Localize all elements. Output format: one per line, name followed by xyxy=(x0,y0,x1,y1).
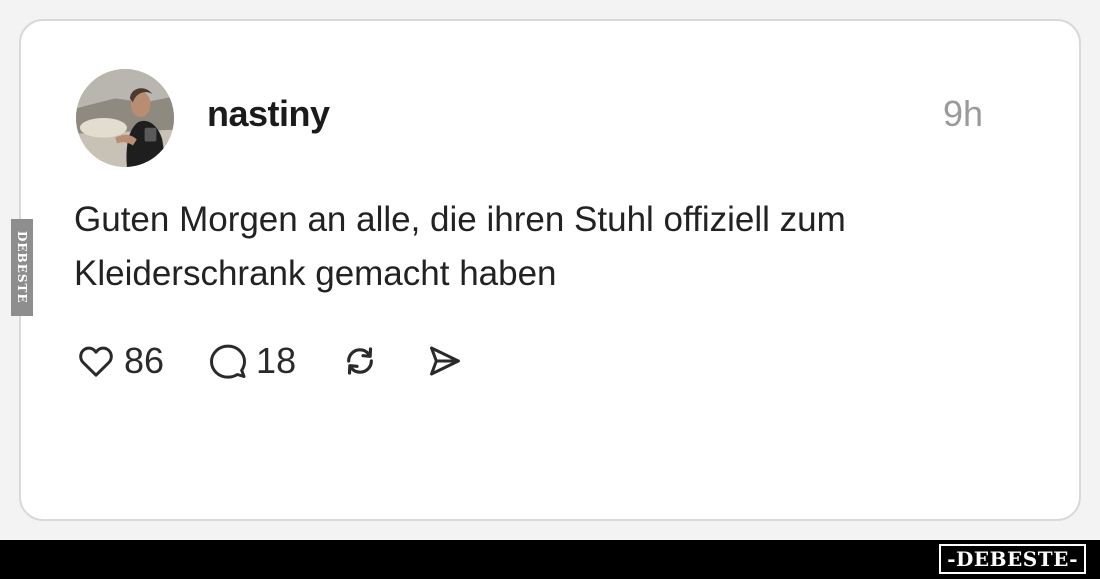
comment-count: 18 xyxy=(256,340,297,381)
heart-icon xyxy=(79,346,113,377)
like-button[interactable]: 86 xyxy=(76,340,164,382)
username[interactable]: nastiny xyxy=(207,93,330,135)
repost-button[interactable] xyxy=(340,341,380,381)
comment-bubble-icon xyxy=(210,344,247,379)
post-text: Guten Morgen an alle, die ihren Stuhl of… xyxy=(74,200,846,293)
comment-button[interactable]: 18 xyxy=(208,340,296,382)
avatar[interactable] xyxy=(76,69,174,167)
side-watermark: DEBESTE xyxy=(11,219,33,316)
profile-photo xyxy=(76,69,174,167)
side-watermark-text: DEBESTE xyxy=(15,231,29,304)
bottom-bar: -DEBESTE- xyxy=(0,540,1100,579)
repost-icon xyxy=(347,347,374,375)
post-timestamp: 9h xyxy=(942,93,983,134)
share-button[interactable] xyxy=(424,341,464,381)
page: nastiny 9h Guten Morgen an alle, die ihr… xyxy=(0,0,1100,579)
action-bar: 86 18 xyxy=(76,339,464,383)
send-icon xyxy=(430,346,460,376)
like-count: 86 xyxy=(124,340,165,381)
post-card: nastiny 9h Guten Morgen an alle, die ihr… xyxy=(19,19,1081,521)
bottom-watermark: -DEBESTE- xyxy=(939,544,1086,574)
